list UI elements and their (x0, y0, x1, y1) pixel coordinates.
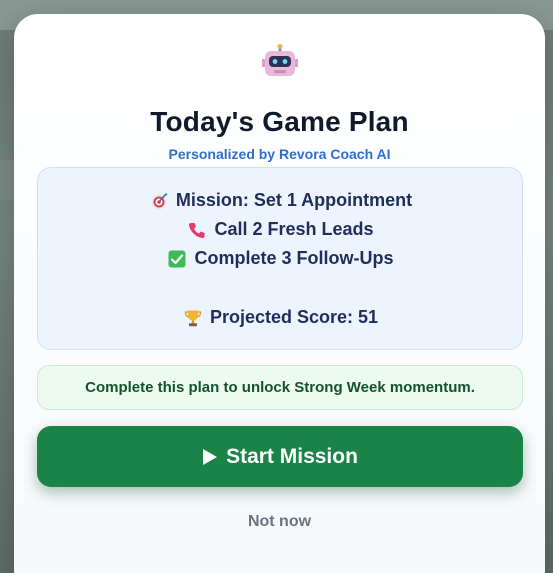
projected-score-text: Projected Score: 51 (209, 307, 379, 327)
play-icon (203, 448, 218, 465)
modal-title: Today's Game Plan (150, 106, 409, 137)
callout-text: Complete this plan to unlock Strong Week… (85, 379, 475, 396)
start-mission-button[interactable]: Start Mission (37, 426, 523, 487)
plan-item-text: Mission: Set 1 Appointment (175, 190, 413, 210)
target-icon (151, 192, 168, 209)
robot-icon (262, 44, 298, 76)
trophy-icon (184, 310, 202, 326)
plan-item-mission: Mission: Set 1 Appointment (38, 190, 524, 211)
modal-subtitle: Personalized by Revora Coach AI (168, 146, 391, 162)
plan-item-calls: Call 2 Fresh Leads (38, 219, 524, 240)
plan-item-text: Call 2 Fresh Leads (214, 219, 374, 239)
plan-item-followups: Complete 3 Follow-Ups (38, 248, 524, 269)
plan-card: Mission: Set 1 Appointment Call 2 Fresh … (37, 167, 523, 350)
phone-icon (189, 222, 205, 238)
projected-score: Projected Score: 51 (38, 307, 524, 328)
not-now-link[interactable]: Not now (14, 513, 545, 531)
game-plan-modal: Today's Game Plan Personalized by Revora… (14, 14, 545, 573)
momentum-callout: Complete this plan to unlock Strong Week… (37, 365, 523, 410)
check-box-icon (168, 250, 186, 267)
start-mission-label: Start Mission (226, 444, 358, 468)
plan-item-text: Complete 3 Follow-Ups (194, 248, 394, 268)
